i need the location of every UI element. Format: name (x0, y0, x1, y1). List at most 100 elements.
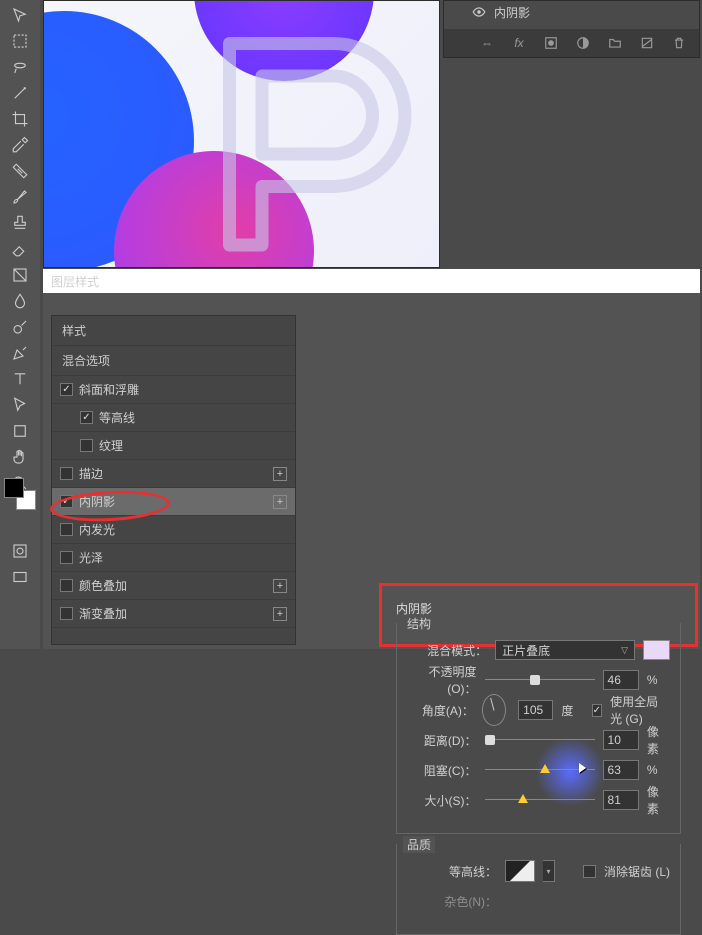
style-item-0[interactable]: 斜面和浮雕 (52, 376, 295, 404)
blur-tool[interactable] (9, 290, 31, 312)
layer-style-dialog: 样式 混合选项 斜面和浮雕等高线纹理描边 + 内阴影 + 内发光光泽颜色叠加+渐变叠加+… (43, 293, 700, 649)
blend-mode-label: 混合模式： (407, 642, 487, 659)
style-item-1[interactable]: 等高线 (52, 404, 295, 432)
contour-picker[interactable] (505, 860, 535, 882)
style-checkbox[interactable] (60, 495, 73, 508)
angle-dial[interactable] (482, 694, 506, 726)
dodge-tool[interactable] (9, 316, 31, 338)
new-layer-icon[interactable] (639, 35, 655, 51)
eyedropper-tool[interactable] (9, 134, 31, 156)
style-checkbox[interactable] (80, 411, 93, 424)
add-effect-icon[interactable]: + (273, 607, 287, 621)
opacity-label: 不透明度(O)： (407, 663, 477, 697)
stamp-tool[interactable] (9, 212, 31, 234)
hand-tool[interactable] (9, 446, 31, 468)
style-checkbox[interactable] (60, 607, 73, 620)
path-select-tool[interactable] (9, 394, 31, 416)
cursor-icon (579, 763, 586, 773)
layers-panel-fragment: 内阴影 ⇔ fx (443, 0, 700, 58)
style-label: 斜面和浮雕 (79, 381, 139, 398)
marquee-tool[interactable] (9, 30, 31, 52)
size-input[interactable]: 81 (603, 790, 639, 810)
adjustment-icon[interactable] (575, 35, 591, 51)
opacity-slider[interactable] (485, 673, 595, 687)
angle-unit: 度 (561, 702, 583, 719)
style-checkbox[interactable] (60, 551, 73, 564)
blend-mode-value: 正片叠底 (502, 642, 550, 659)
distance-label: 距离(D)： (407, 732, 477, 749)
distance-slider[interactable] (485, 733, 595, 747)
gradient-tool[interactable] (9, 264, 31, 286)
size-slider[interactable] (485, 793, 595, 807)
style-label: 内发光 (79, 521, 115, 538)
style-checkbox[interactable] (60, 579, 73, 592)
style-item-8[interactable]: 渐变叠加+ (52, 600, 295, 628)
wand-tool[interactable] (9, 82, 31, 104)
style-label: 描边 (79, 465, 103, 482)
move-tool[interactable] (9, 4, 31, 26)
anti-alias-checkbox[interactable] (583, 865, 596, 878)
opacity-input[interactable]: 46 (603, 670, 639, 690)
foreground-color-swatch[interactable] (4, 478, 24, 498)
choke-input[interactable]: 63 (603, 760, 639, 780)
chevron-down-icon: ▽ (621, 645, 628, 656)
style-item-3[interactable]: 描边 + (52, 460, 295, 488)
style-item-4[interactable]: 内阴影 + (52, 488, 295, 516)
lasso-tool[interactable] (9, 56, 31, 78)
angle-input[interactable]: 105 (518, 700, 553, 720)
screenmode-toggle[interactable] (9, 566, 31, 588)
angle-label: 角度(A)： (407, 702, 474, 719)
blend-options-header[interactable]: 混合选项 (52, 346, 295, 376)
fx-icon[interactable]: fx (511, 35, 527, 51)
layer-effect-label: 内阴影 (494, 4, 530, 21)
blend-mode-select[interactable]: 正片叠底 ▽ (495, 640, 635, 660)
panel-title: 内阴影 (396, 600, 681, 617)
link-layers-icon[interactable]: ⇔ (479, 35, 495, 51)
choke-unit: % (647, 763, 670, 777)
style-item-2[interactable]: 纹理 (52, 432, 295, 460)
quickmask-toggle[interactable] (9, 540, 31, 562)
eraser-tool[interactable] (9, 238, 31, 260)
layer-effect-row[interactable]: 内阴影 (444, 1, 699, 23)
visibility-icon[interactable] (472, 5, 486, 19)
crop-tool[interactable] (9, 108, 31, 130)
tool-palette (0, 0, 40, 649)
brush-tool[interactable] (9, 186, 31, 208)
quality-label: 品质 (403, 836, 435, 853)
healing-tool[interactable] (9, 160, 31, 182)
document-canvas[interactable] (43, 0, 440, 268)
style-checkbox[interactable] (80, 439, 93, 452)
pen-tool[interactable] (9, 342, 31, 364)
style-item-7[interactable]: 颜色叠加+ (52, 572, 295, 600)
style-checkbox[interactable] (60, 523, 73, 536)
size-unit: 像素 (647, 783, 670, 817)
styles-header[interactable]: 样式 (52, 316, 295, 346)
add-effect-icon[interactable]: + (273, 579, 287, 593)
style-checkbox[interactable] (60, 383, 73, 396)
style-label: 等高线 (99, 409, 135, 426)
anti-alias-label: 消除锯齿 (L) (604, 863, 670, 880)
layers-panel-footer: ⇔ fx (444, 29, 699, 57)
global-light-checkbox[interactable] (592, 704, 602, 717)
add-effect-icon[interactable]: + (273, 467, 287, 481)
trash-icon[interactable] (671, 35, 687, 51)
noise-label: 杂色(N)： (407, 893, 497, 910)
group-icon[interactable] (607, 35, 623, 51)
structure-group: 结构 混合模式： 正片叠底 ▽ 不透明度(O)： 46 % 角度(A)： 105 (396, 623, 681, 834)
add-effect-icon[interactable]: + (273, 495, 287, 509)
style-item-5[interactable]: 内发光 (52, 516, 295, 544)
contour-dropdown[interactable]: ▾ (543, 860, 555, 882)
choke-label: 阻塞(C)： (407, 762, 477, 779)
shadow-color-swatch[interactable] (643, 640, 670, 660)
distance-input[interactable]: 10 (603, 730, 639, 750)
style-label: 内阴影 (79, 493, 115, 510)
style-label: 光泽 (79, 549, 103, 566)
style-item-6[interactable]: 光泽 (52, 544, 295, 572)
shape-tool[interactable] (9, 420, 31, 442)
style-checkbox[interactable] (60, 467, 73, 480)
mask-icon[interactable] (543, 35, 559, 51)
type-tool[interactable] (9, 368, 31, 390)
dialog-title-bar[interactable]: 图层样式 (43, 269, 700, 293)
color-swatches[interactable] (4, 478, 36, 510)
quality-group: 品质 等高线： ▾ 消除锯齿 (L) 杂色(N)： (396, 844, 681, 935)
